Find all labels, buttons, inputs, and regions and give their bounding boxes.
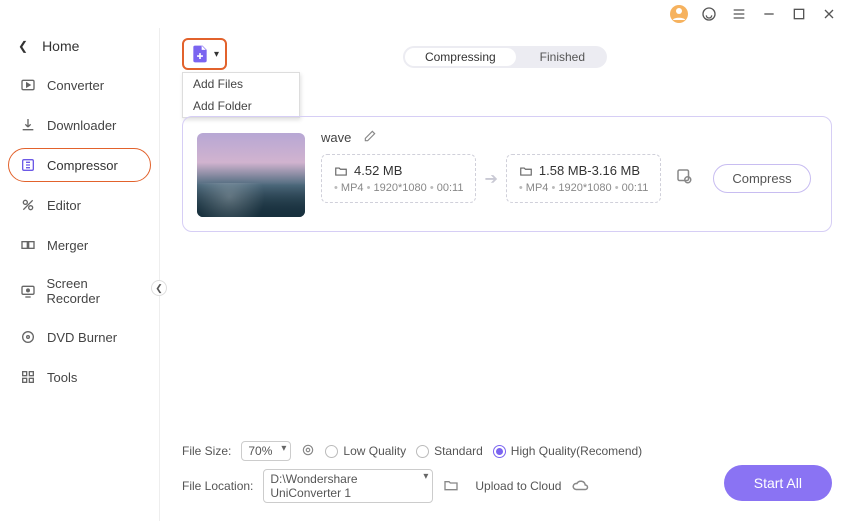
- sidebar-item-label: DVD Burner: [47, 330, 117, 345]
- video-thumbnail[interactable]: [197, 133, 305, 217]
- radio-icon: [493, 445, 506, 458]
- merger-icon: [19, 236, 37, 254]
- sidebar-item-tools[interactable]: Tools: [8, 360, 151, 394]
- add-button[interactable]: ▾: [182, 38, 227, 70]
- caret-down-icon: ▾: [214, 49, 219, 60]
- arrow-right-icon: ➔: [484, 169, 497, 189]
- location-label: File Location:: [182, 479, 253, 493]
- add-dropdown-menu: Add Files Add Folder: [182, 72, 300, 118]
- back-icon: ❮: [18, 39, 28, 53]
- file-name: wave: [321, 130, 351, 145]
- editor-icon: [19, 196, 37, 214]
- content-area: ▾ Add Files Add Folder Compressing Finis…: [160, 28, 850, 521]
- converter-icon: [19, 76, 37, 94]
- open-folder-icon[interactable]: [443, 477, 459, 496]
- maximize-icon[interactable]: [790, 5, 808, 23]
- sidebar-item-label: Tools: [47, 370, 77, 385]
- user-avatar[interactable]: [670, 5, 688, 23]
- start-all-button[interactable]: Start All: [724, 465, 832, 501]
- target-info-box: 1.58 MB-3.16 MB MP4 1920*1080 00:11: [506, 154, 661, 203]
- sidebar-item-label: Screen Recorder: [46, 276, 142, 306]
- home-button[interactable]: ❮ Home: [0, 28, 159, 68]
- filesize-label: File Size:: [182, 444, 231, 458]
- target-icon[interactable]: [301, 443, 315, 460]
- folder-icon: [519, 164, 533, 178]
- target-format: MP4: [519, 182, 549, 194]
- source-duration: 00:11: [430, 182, 464, 194]
- sidebar-item-screenrecorder[interactable]: Screen Recorder: [8, 268, 151, 314]
- source-format: MP4: [334, 182, 364, 194]
- footer-controls: File Size: 70% Low Quality Standard High…: [182, 441, 832, 511]
- support-icon[interactable]: [700, 5, 718, 23]
- cloud-icon[interactable]: [571, 476, 589, 497]
- filesize-select[interactable]: 70%: [241, 441, 291, 461]
- target-duration: 00:11: [615, 182, 649, 194]
- sidebar-item-compressor[interactable]: Compressor: [8, 148, 151, 182]
- tab-finished[interactable]: Finished: [518, 46, 607, 68]
- target-resolution: 1920*1080: [551, 182, 611, 194]
- source-resolution: 1920*1080: [367, 182, 427, 194]
- quality-standard-option[interactable]: Standard: [416, 444, 483, 458]
- compress-button[interactable]: Compress: [713, 164, 810, 193]
- source-info-box: 4.52 MB MP4 1920*1080 00:11: [321, 154, 476, 203]
- close-icon[interactable]: [820, 5, 838, 23]
- source-size: 4.52 MB: [354, 163, 402, 178]
- add-file-icon: [190, 44, 210, 64]
- sidebar-item-converter[interactable]: Converter: [8, 68, 151, 102]
- radio-icon: [325, 445, 338, 458]
- status-tabs: Compressing Finished: [403, 46, 607, 68]
- location-select[interactable]: D:\Wondershare UniConverter 1: [263, 469, 433, 503]
- sidebar-item-label: Merger: [47, 238, 88, 253]
- sidebar-item-merger[interactable]: Merger: [8, 228, 151, 262]
- sidebar-item-downloader[interactable]: Downloader: [8, 108, 151, 142]
- add-folder-option[interactable]: Add Folder: [183, 95, 299, 117]
- compressor-icon: [19, 156, 37, 174]
- sidebar: ❮ Home Converter Downloader Compressor E…: [0, 28, 160, 521]
- radio-icon: [416, 445, 429, 458]
- sidebar-item-label: Downloader: [47, 118, 116, 133]
- screenrecorder-icon: [19, 282, 36, 300]
- quality-low-option[interactable]: Low Quality: [325, 444, 406, 458]
- downloader-icon: [19, 116, 37, 134]
- file-card: wave 4.52 MB MP4 1920*1080 00:11: [182, 116, 832, 232]
- sidebar-item-dvdburner[interactable]: DVD Burner: [8, 320, 151, 354]
- quality-high-option[interactable]: High Quality(Recomend): [493, 444, 642, 458]
- minimize-icon[interactable]: [760, 5, 778, 23]
- sidebar-item-editor[interactable]: Editor: [8, 188, 151, 222]
- dvdburner-icon: [19, 328, 37, 346]
- upload-cloud-label: Upload to Cloud: [475, 479, 561, 493]
- tools-icon: [19, 368, 37, 386]
- sidebar-item-label: Converter: [47, 78, 104, 93]
- tab-compressing[interactable]: Compressing: [405, 48, 516, 66]
- sidebar-item-label: Compressor: [47, 158, 118, 173]
- menu-icon[interactable]: [730, 5, 748, 23]
- edit-name-icon[interactable]: [363, 129, 377, 146]
- home-label: Home: [42, 38, 79, 54]
- settings-icon[interactable]: [675, 167, 693, 190]
- target-size: 1.58 MB-3.16 MB: [539, 163, 640, 178]
- add-files-option[interactable]: Add Files: [183, 73, 299, 95]
- sidebar-item-label: Editor: [47, 198, 81, 213]
- folder-icon: [334, 164, 348, 178]
